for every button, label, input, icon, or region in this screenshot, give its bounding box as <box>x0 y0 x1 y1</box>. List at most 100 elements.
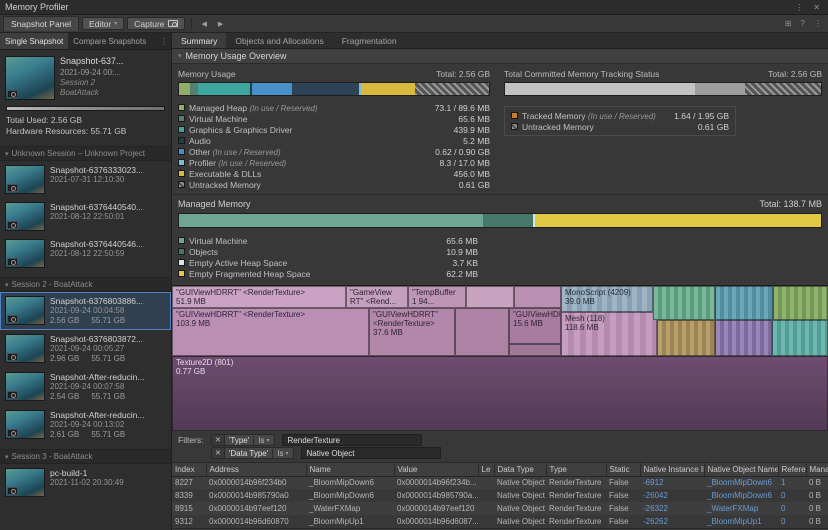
cell-native-object-name[interactable]: _BloomMipUp1 <box>704 515 778 528</box>
close-icon[interactable]: ✕ <box>810 3 823 12</box>
snapshot-item[interactable]: Snapshot-After-reducin... 2021-09-24 00:… <box>0 406 171 444</box>
treemap-block[interactable] <box>657 320 715 356</box>
table-row[interactable]: 8227 0x0000014b96f234b0 _BloomMipDown6 0… <box>172 476 828 489</box>
snapshot-item[interactable]: pc-build-1 2021-11-02 20:30:49 <box>0 464 171 501</box>
session-group-header[interactable]: ▾ Session 3 - BoatAttack <box>0 449 171 464</box>
treemap-block-rendertexture[interactable]: "GameView RT" <Rend... <box>346 286 408 308</box>
treemap-block[interactable] <box>772 320 828 356</box>
objects-table-wrap[interactable]: IndexAddressNameValueLeData TypeTypeStat… <box>172 462 828 528</box>
memory-usage-bar[interactable] <box>178 82 490 96</box>
treemap-block[interactable] <box>773 286 828 320</box>
column-header[interactable]: Name <box>306 463 394 476</box>
legend-row[interactable]: Tracked Memory (In use / Reserved) 1.64 … <box>511 110 729 121</box>
editor-dropdown[interactable]: Editor ▾ <box>82 17 124 30</box>
back-arrow-button[interactable]: ◀ <box>198 20 211 28</box>
treemap-block-mesh[interactable]: Mesh (118)118.6 MB <box>561 312 657 356</box>
table-row[interactable]: 9312 0x0000014b96d60870 _BloomMipUp1 0x0… <box>172 515 828 528</box>
snapshot-panel-tab[interactable]: Snapshot Panel <box>3 16 79 31</box>
snapshot-item[interactable]: Snapshot-6376440540... 2021-08-12 22:50:… <box>0 198 171 235</box>
column-header[interactable]: Data Type <box>494 463 546 476</box>
legend-row[interactable]: Profiler (In use / Reserved) 8.3 / 17.0 … <box>178 157 490 168</box>
column-header[interactable]: Native Object Name <box>704 463 778 476</box>
legend-row[interactable]: Other (In use / Reserved) 0.62 / 0.90 GB <box>178 146 490 157</box>
snapshot-item[interactable]: Snapshot-6376440546... 2021-08-12 22:50:… <box>0 235 171 272</box>
tab-single-snapshot[interactable]: Single Snapshot <box>0 33 68 49</box>
treemap-block[interactable] <box>715 320 772 356</box>
column-header[interactable]: Le <box>478 463 494 476</box>
committed-memory-bar[interactable] <box>504 82 822 96</box>
treemap-block-rendertexture[interactable]: "GUIViewHDRRT" <RenderTexture>51.9 MB <box>172 286 346 308</box>
filter-operator-dropdown[interactable]: Is▾ <box>253 436 273 445</box>
legend-row[interactable]: Empty Fragmented Heap Space 62.2 MB <box>178 268 478 279</box>
legend-row[interactable]: Objects 10.9 MB <box>178 246 478 257</box>
forward-arrow-button[interactable]: ▶ <box>214 20 227 28</box>
table-row[interactable]: 8915 0x0000014b97eef120 _WaterFXMap 0x00… <box>172 502 828 515</box>
treemap-block-rendertexture[interactable]: "GUIViewHDRRT" <RenderTexture>103.9 MB <box>172 308 369 356</box>
legend-row[interactable]: Untracked Memory 0.61 GB <box>511 121 729 132</box>
snapshot-item[interactable]: Snapshot-6376333023... 2021-07-31 12:10:… <box>0 161 171 198</box>
cell-native-object-name[interactable]: _BloomMipDown6 <box>704 476 778 489</box>
memory-treemap[interactable]: "GUIViewHDRRT" <RenderTexture>51.9 MB "G… <box>172 285 828 430</box>
column-header[interactable]: Native Instance ID <box>640 463 704 476</box>
legend-row[interactable]: Empty Active Heap Space 3.7 KB <box>178 257 478 268</box>
open-snapshot-card[interactable]: Snapshot-637... 2021-09-24 00:... Sessio… <box>0 50 171 102</box>
kebab-menu-icon[interactable]: ⋮ <box>157 37 171 46</box>
column-header[interactable]: Type <box>546 463 606 476</box>
cell-native-object-name[interactable]: _WaterFXMap <box>704 502 778 515</box>
treemap-block-texture2d[interactable]: Texture2D (801)0.77 GB <box>172 356 828 430</box>
treemap-block-rendertexture[interactable]: "GUIViewHDRRT" <RenderTexture>37.6 MB <box>369 308 455 356</box>
column-header[interactable]: Static <box>606 463 640 476</box>
kebab-menu-icon[interactable]: ⋮ <box>792 3 806 12</box>
legend-row[interactable]: Audio 5.2 MB <box>178 135 490 146</box>
filter-value-input[interactable]: Native Object <box>301 447 441 459</box>
snapshot-item[interactable]: Snapshot-6376803872... 2021-09-24 00:05:… <box>0 330 171 368</box>
treemap-block-rendertexture[interactable]: "TempBuffer 1 94... <box>408 286 466 308</box>
remove-filter-icon[interactable]: ✕ <box>212 448 225 458</box>
kebab-menu-icon[interactable]: ⋮ <box>811 19 825 28</box>
treemap-block[interactable] <box>509 344 561 356</box>
column-header[interactable]: Address <box>206 463 306 476</box>
treemap-block[interactable] <box>715 286 773 320</box>
cell-native-instance-id[interactable]: -26322 <box>640 502 704 515</box>
tab-fragmentation[interactable]: Fragmentation <box>333 33 406 48</box>
legend-row[interactable]: Untracked Memory 0.61 GB <box>178 179 490 190</box>
filter-value-input[interactable]: RenderTexture <box>282 434 422 446</box>
treemap-block-rendertexture[interactable]: "GUIViewHDRRT"...15.6 MB <box>509 308 561 344</box>
tab-summary[interactable]: Summary <box>172 33 226 48</box>
treemap-block-monoscript[interactable]: MonoScript (4209)39.0 MB <box>561 286 653 312</box>
cell-length <box>478 476 494 489</box>
legend-row[interactable]: Virtual Machine 65.6 MB <box>178 113 490 124</box>
legend-row[interactable]: Managed Heap (In use / Reserved) 73.1 / … <box>178 102 490 113</box>
session-group-header[interactable]: ▾ Session 2 - BoatAttack <box>0 277 171 292</box>
cell-native-instance-id[interactable]: -26042 <box>640 489 704 502</box>
column-header[interactable]: Referen <box>778 463 806 476</box>
snapshot-item[interactable]: Snapshot-6376803886... 2021-09-24 00:04:… <box>0 292 171 330</box>
managed-memory-bar[interactable] <box>178 213 822 228</box>
treemap-block[interactable] <box>653 286 715 320</box>
table-row[interactable]: 8339 0x0000014b985790a0 _BloomMipDown6 0… <box>172 489 828 502</box>
snapshot-item[interactable]: Snapshot-After-reducin... 2021-09-24 00:… <box>0 368 171 406</box>
treemap-block[interactable] <box>514 286 561 308</box>
legend-row[interactable]: Virtual Machine 65.6 MB <box>178 235 478 246</box>
cell-native-instance-id[interactable]: -6912 <box>640 476 704 489</box>
capture-button[interactable]: Capture <box>127 17 184 30</box>
remove-filter-icon[interactable]: ✕ <box>212 435 225 445</box>
filter-chip-type[interactable]: ✕ 'Type' Is▾ <box>211 434 275 446</box>
legend-row[interactable]: Graphics & Graphics Driver 439.9 MB <box>178 124 490 135</box>
tab-compare-snapshots[interactable]: Compare Snapshots <box>68 33 151 49</box>
session-group-header[interactable]: ▾ Unknown Session – Unknown Project <box>0 146 171 161</box>
column-header[interactable]: Index <box>172 463 206 476</box>
column-header[interactable]: Mana <box>806 463 828 476</box>
layout-grid-icon[interactable]: ⊞ <box>782 19 795 28</box>
column-header[interactable]: Value <box>394 463 478 476</box>
treemap-block[interactable] <box>455 308 509 356</box>
legend-row[interactable]: Executable & DLLs 456.0 MB <box>178 168 490 179</box>
treemap-block[interactable] <box>466 286 514 308</box>
cell-native-instance-id[interactable]: -26262 <box>640 515 704 528</box>
cell-native-object-name[interactable]: _BloomMipDown6 <box>704 489 778 502</box>
filter-operator-dropdown[interactable]: Is▾ <box>272 449 292 458</box>
help-icon[interactable]: ? <box>798 19 808 28</box>
filter-chip-data-type[interactable]: ✕ 'Data Type' Is▾ <box>211 447 294 459</box>
memory-usage-overview-header[interactable]: ▾ Memory Usage Overview <box>172 49 828 64</box>
tab-objects-and-allocations[interactable]: Objects and Allocations <box>226 33 332 48</box>
